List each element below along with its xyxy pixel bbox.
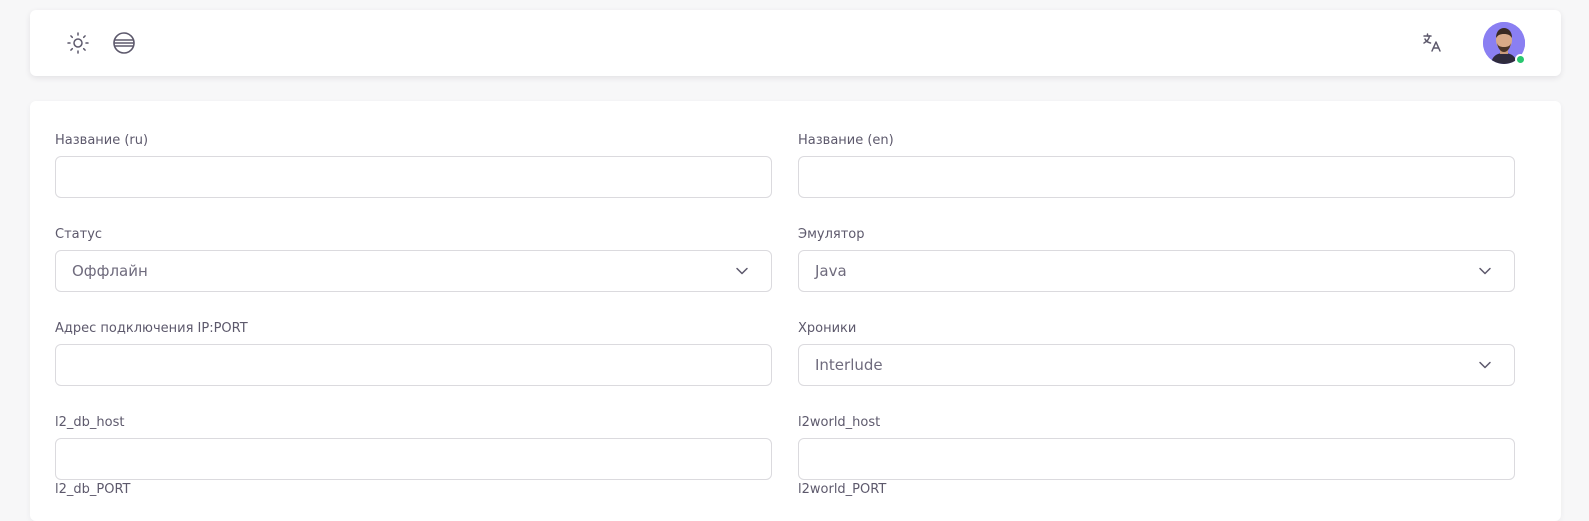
name-ru-input[interactable] [55, 156, 772, 198]
chevron-down-icon [1479, 267, 1491, 275]
name-en-label: Название (en) [798, 133, 894, 148]
server-form-card: Название (ru) Название (en) Статус Оффла… [30, 101, 1561, 521]
db-host-field: l2_db_host [55, 415, 772, 480]
emulator-selected-value: Java [815, 262, 847, 280]
world-host-field: l2world_host [798, 415, 1515, 480]
db-host-label: l2_db_host [55, 415, 125, 430]
address-field: Адрес подключения IP:PORT [55, 321, 772, 386]
emulator-field: Эмулятор Java [798, 227, 1515, 292]
chevron-down-icon [736, 267, 748, 275]
world-host-label: l2world_host [798, 415, 881, 430]
emulator-label: Эмулятор [798, 227, 865, 242]
name-ru-field: Название (ru) [55, 133, 772, 198]
chronicles-label: Хроники [798, 321, 857, 336]
chevron-down-icon [1479, 361, 1491, 369]
status-label: Статус [55, 227, 103, 242]
theme-stripes-icon[interactable] [109, 10, 139, 76]
status-select[interactable]: Оффлайн [55, 250, 772, 292]
address-label: Адрес подключения IP:PORT [55, 321, 248, 336]
db-host-input[interactable] [55, 438, 772, 480]
emulator-select[interactable]: Java [798, 250, 1515, 292]
world-port-label: l2world_PORT [798, 482, 887, 497]
chronicles-selected-value: Interlude [815, 356, 883, 374]
world-host-input[interactable] [798, 438, 1515, 480]
address-input[interactable] [55, 344, 772, 386]
top-navbar [30, 10, 1561, 76]
name-en-input[interactable] [798, 156, 1515, 198]
chronicles-field: Хроники Interlude [798, 321, 1515, 386]
translate-icon[interactable] [1417, 10, 1447, 76]
status-field: Статус Оффлайн [55, 227, 772, 292]
chronicles-select[interactable]: Interlude [798, 344, 1515, 386]
db-port-label: l2_db_PORT [55, 482, 131, 497]
status-selected-value: Оффлайн [72, 262, 148, 280]
online-status-dot [1515, 54, 1526, 65]
sun-icon[interactable] [63, 10, 93, 76]
name-ru-label: Название (ru) [55, 133, 149, 148]
user-avatar[interactable] [1483, 22, 1526, 65]
name-en-field: Название (en) [798, 133, 1515, 198]
